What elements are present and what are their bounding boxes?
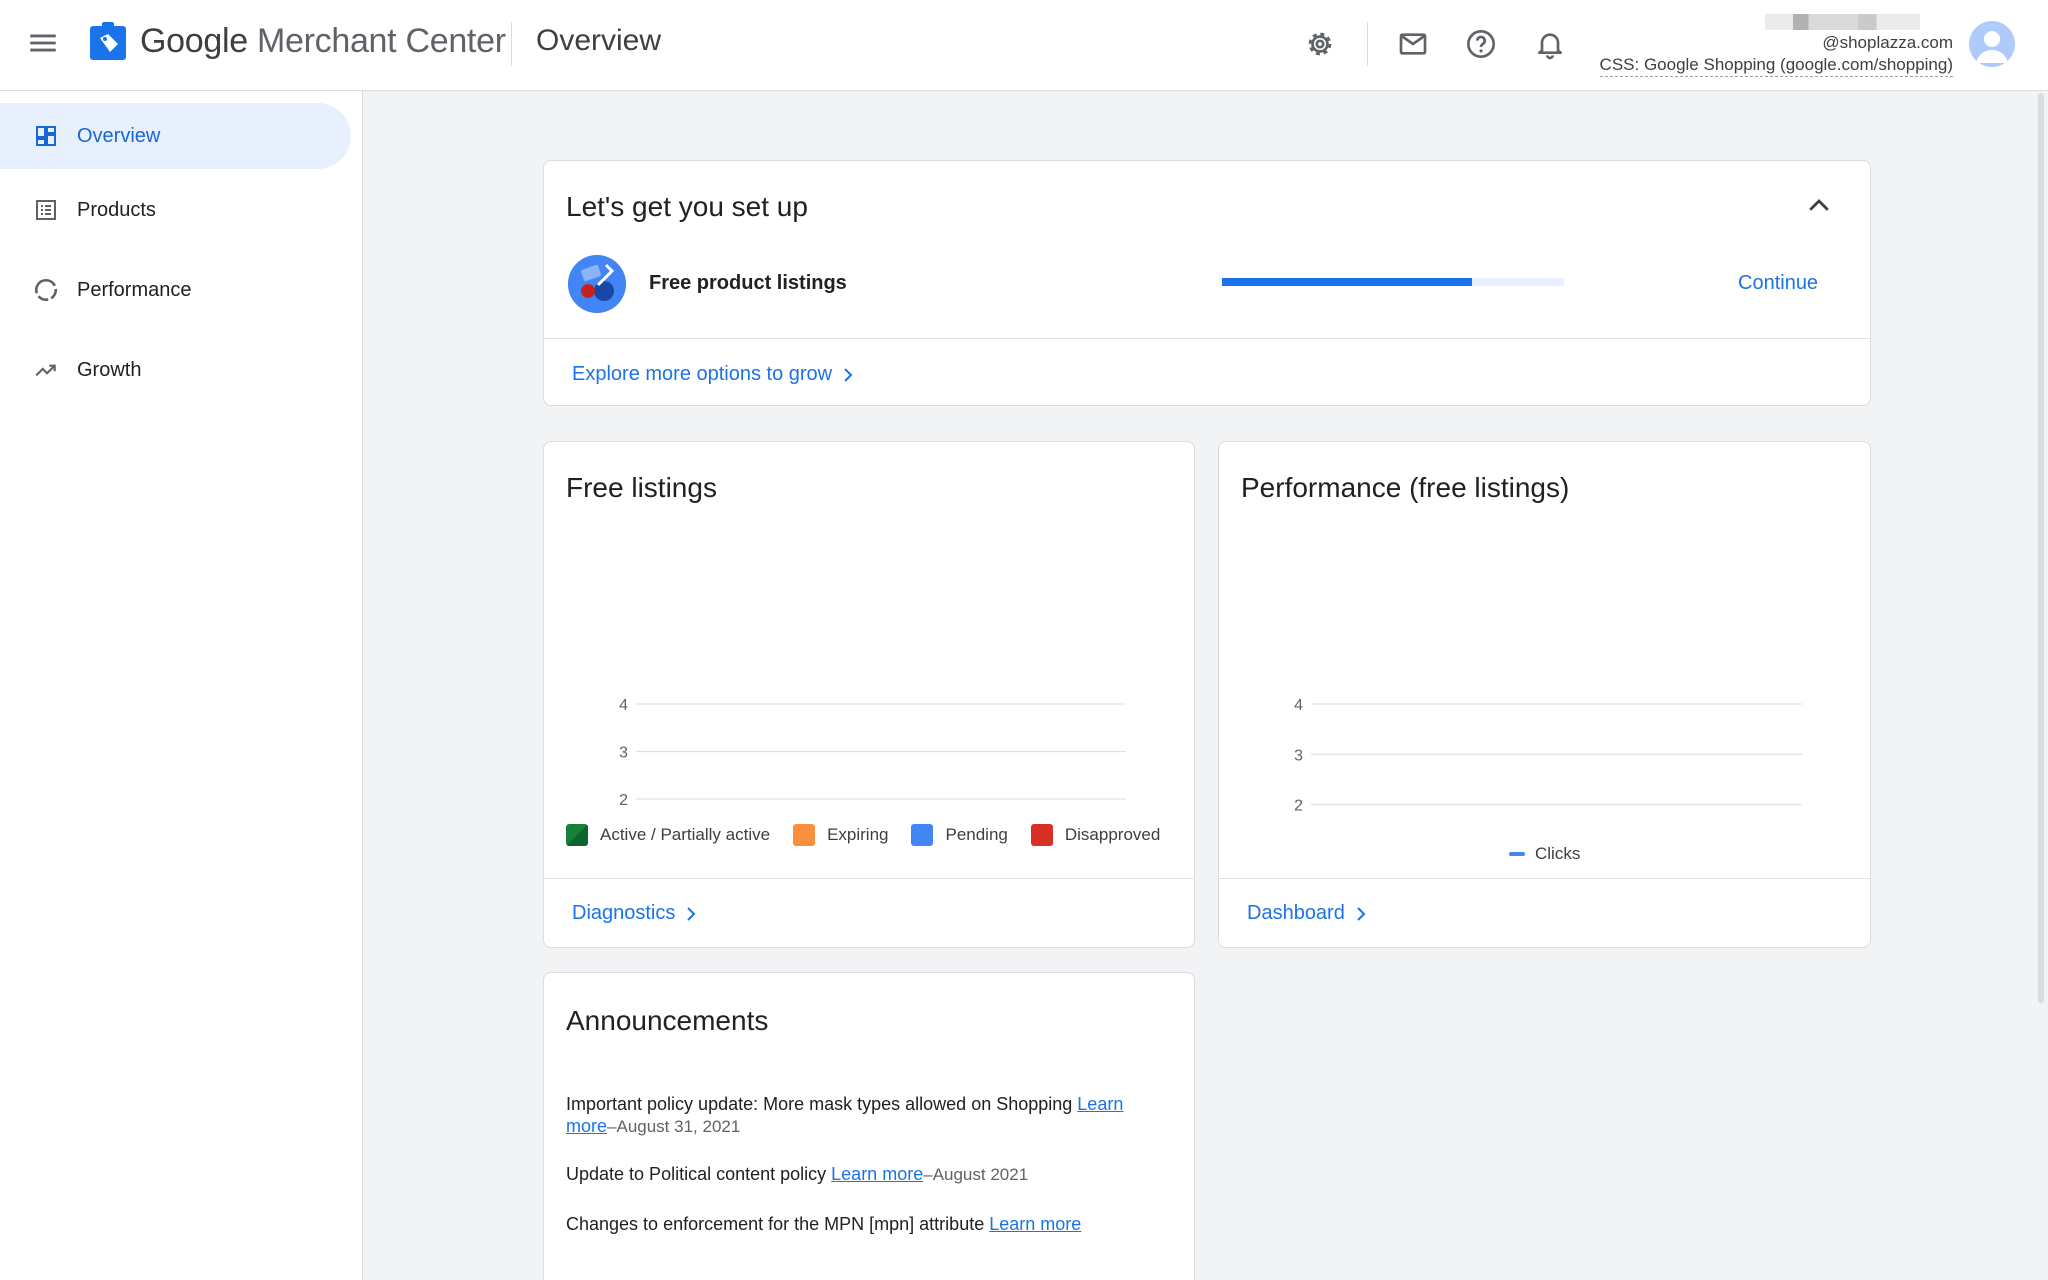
diagnostics-label: Diagnostics (572, 902, 676, 924)
header-divider (511, 22, 512, 66)
performance-legend[interactable]: Clicks (1509, 844, 1580, 864)
setup-card: Let's get you set up Free product listin… (543, 160, 1871, 406)
dashboard-link[interactable]: Dashboard (1247, 902, 1369, 925)
page-title: Overview (536, 24, 662, 57)
top-app-bar: Google Merchant Center Overview @shoplaz… (0, 0, 2048, 91)
announcement-item: Changes to enforcement for the MPN [mpn]… (566, 1213, 1174, 1235)
announcements-title: Announcements (566, 1005, 769, 1036)
header-divider (1367, 22, 1368, 66)
chevron-right-icon (844, 367, 853, 382)
sidebar-item-performance[interactable]: Performance (0, 257, 351, 323)
announcements-card: Announcements Important policy update: M… (543, 972, 1195, 1280)
legend-label: Disapproved (1064, 825, 1161, 844)
explore-more-link[interactable]: Explore more options to grow (572, 363, 856, 386)
merchant-center-logo-icon[interactable] (88, 22, 128, 62)
brand-name[interactable]: Google Merchant Center (140, 22, 506, 61)
sidebar-item-label: Growth (77, 358, 142, 381)
sidebar-item-overview[interactable]: Overview (0, 103, 351, 169)
divider (1219, 878, 1870, 879)
legend-swatch (566, 824, 588, 846)
announcement-item: Important policy update: More mask types… (566, 1094, 1124, 1136)
performance-card: Performance (free listings) 01234Aug 1Au… (1218, 441, 1871, 948)
account-email[interactable]: @shoplazza.com (1822, 33, 1953, 53)
sidebar-item-products[interactable]: Products (0, 177, 351, 243)
chevron-right-icon (1357, 906, 1366, 921)
setup-title: Let's get you set up (566, 191, 808, 222)
announcement-text: Important policy update: More mask types… (566, 1094, 1078, 1114)
legend-item[interactable]: Active / Partially active (566, 824, 770, 846)
mail-icon[interactable] (1391, 22, 1435, 66)
diagnostics-link[interactable]: Diagnostics (572, 902, 699, 925)
performance-title: Performance (free listings) (1241, 472, 1570, 503)
legend-item[interactable]: Disapproved (1030, 824, 1161, 846)
free-listings-legend: Active / Partially active Expiring Pendi… (566, 824, 1183, 846)
divider (544, 338, 1870, 339)
account-css-selector[interactable]: CSS: Google Shopping (google.com/shoppin… (1599, 55, 1953, 77)
sidebar-item-label: Performance (77, 278, 192, 301)
learn-more-link[interactable]: Learn more (989, 1214, 1081, 1234)
legend-label: Active / Partially active (600, 825, 771, 844)
chevron-right-icon (687, 906, 696, 921)
sidebar-item-growth[interactable]: Growth (0, 337, 351, 403)
sidebar-nav: Overview Products Performance Growth (0, 91, 363, 1280)
legend-label: Pending (945, 825, 1008, 844)
free-product-listings-icon (568, 255, 626, 313)
announcement-text: Changes to enforcement for the MPN [mpn]… (566, 1214, 990, 1234)
legend-swatch (793, 824, 816, 846)
progress-fill (1222, 278, 1472, 286)
dashboard-label: Dashboard (1247, 902, 1345, 924)
continue-button[interactable]: Continue (1738, 272, 1818, 295)
avatar[interactable] (1969, 21, 2015, 67)
trending-up-icon (32, 356, 60, 384)
setup-item-label: Free product listings (649, 272, 847, 294)
sidebar-item-label: Overview (77, 124, 161, 147)
legend-swatch (1030, 824, 1053, 846)
list-icon (32, 196, 60, 224)
performance-chart: 01234Aug 1Aug 4Aug 7Aug 10Aug 13Aug 16Au… (1294, 697, 1802, 815)
legend-item[interactable]: Pending (911, 824, 1008, 846)
settings-icon[interactable] (1298, 22, 1342, 66)
y-tick-label: 4 (1294, 697, 1303, 714)
y-tick-label: 3 (1294, 747, 1303, 764)
free-listings-card: Free listings 01234Aug 1Aug 4Aug 7Aug 10… (543, 441, 1195, 948)
chevron-up-icon[interactable] (1804, 191, 1834, 221)
menu-icon[interactable] (26, 26, 60, 60)
legend-swatch (1509, 852, 1525, 856)
explore-more-label: Explore more options to grow (572, 363, 833, 385)
help-icon[interactable] (1459, 22, 1503, 66)
legend-swatch (911, 824, 934, 846)
performance-icon (32, 276, 60, 304)
sidebar-item-label: Products (77, 198, 156, 221)
y-tick-label: 4 (619, 697, 628, 714)
setup-progress-bar (1222, 278, 1564, 286)
free-listings-chart: 01234Aug 1Aug 4Aug 7Aug 10Aug 13Aug 16Au… (619, 697, 1126, 809)
legend-item[interactable]: Expiring (793, 824, 888, 846)
scrollbar[interactable] (2038, 93, 2044, 1003)
free-listings-title: Free listings (566, 472, 717, 503)
announcement-date: August 31, 2021 (616, 1117, 741, 1136)
y-tick-label: 3 (619, 745, 628, 762)
legend-label: Expiring (827, 825, 889, 844)
account-name-redacted (1765, 14, 1920, 30)
learn-more-link[interactable]: Learn more (831, 1164, 923, 1184)
y-tick-label: 2 (1294, 798, 1303, 815)
announcement-date: August 2021 (932, 1165, 1029, 1184)
y-tick-label: 2 (619, 792, 628, 809)
divider (544, 878, 1194, 879)
announcement-item: Update to Political content policy Learn… (566, 1164, 1029, 1184)
announcement-text: Update to Political content policy (566, 1164, 832, 1184)
notifications-icon[interactable] (1528, 22, 1572, 66)
legend-label: Clicks (1535, 844, 1581, 863)
dashboard-icon (32, 122, 60, 150)
